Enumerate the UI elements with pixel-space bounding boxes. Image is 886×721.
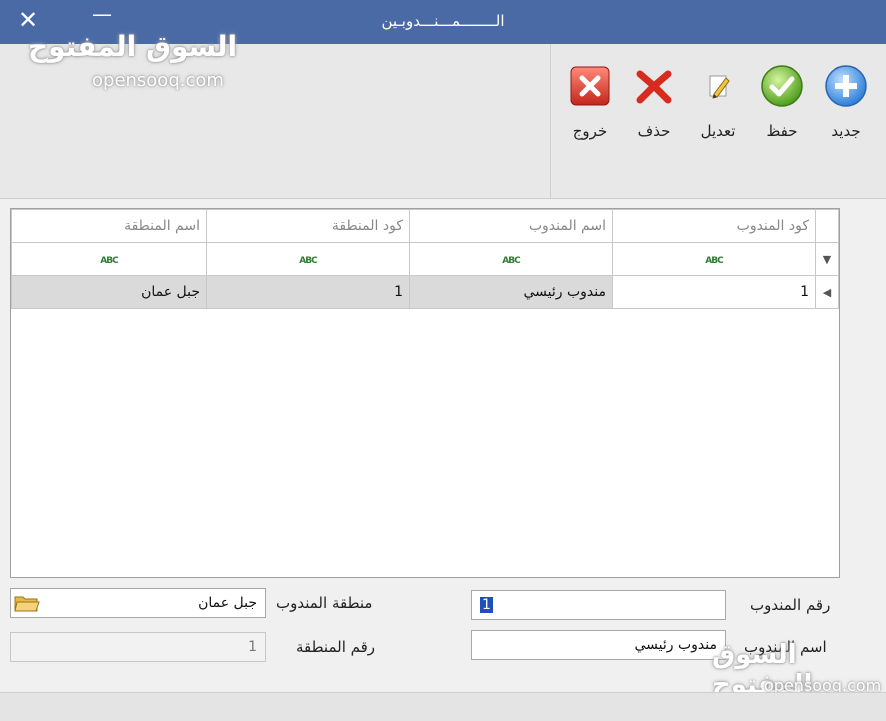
watermark-arabic: السوق المفتوح	[28, 30, 238, 63]
agent-region-input[interactable]: جبل عمان	[10, 588, 266, 618]
agents-grid: كود المندوب اسم المندوب كود المنطقة اسم …	[10, 208, 840, 578]
abc-filter-icon: ABC	[299, 256, 317, 266]
x-delete-icon	[636, 70, 672, 104]
new-label: جديد	[831, 122, 861, 140]
toolbar-divider	[550, 44, 551, 198]
col-region-name[interactable]: اسم المنطقة	[11, 209, 207, 243]
abc-filter-icon: ABC	[705, 256, 723, 266]
cell-agent-name[interactable]: مندوب رئيسي	[409, 275, 613, 309]
check-circle-icon	[761, 65, 803, 107]
row-indicator-icon: ◀	[815, 275, 839, 309]
save-label: حفظ	[766, 122, 798, 140]
grid-filter-row: ▼ ABC ABC ABC ABC	[11, 242, 839, 276]
abc-filter-icon: ABC	[502, 256, 520, 266]
delete-label: حذف	[637, 122, 671, 140]
col-region-code[interactable]: كود المنطقة	[206, 209, 410, 243]
grid-corner	[815, 209, 839, 243]
watermark-latin: opensooq.com	[92, 70, 224, 91]
col-agent-code[interactable]: كود المندوب	[612, 209, 816, 243]
edit-label: تعديل	[700, 122, 736, 140]
delete-button[interactable]: حذف	[624, 64, 684, 140]
cell-region-code[interactable]: 1	[206, 275, 410, 309]
table-row[interactable]: ◀ 1 مندوب رئيسي 1 جبل عمان	[11, 275, 839, 309]
status-bar	[0, 692, 886, 721]
agent-name-input[interactable]: مندوب رئيسي	[471, 630, 726, 660]
region-number-label: رقم المنطقة	[296, 638, 376, 656]
exit-icon	[570, 66, 610, 106]
exit-button[interactable]: خروج	[560, 64, 620, 140]
agent-region-label: منطقة المندوب	[276, 594, 373, 612]
cell-region-name[interactable]: جبل عمان	[11, 275, 207, 309]
agent-number-input[interactable]: 1	[471, 590, 726, 620]
col-agent-name[interactable]: اسم المندوب	[409, 209, 613, 243]
new-button[interactable]: جديد	[816, 64, 876, 140]
filter-icon[interactable]: ▼	[815, 242, 839, 276]
plus-circle-icon	[825, 65, 867, 107]
filter-cell-agent-name[interactable]: ABC	[409, 242, 613, 276]
edit-button[interactable]: تعديل	[688, 64, 748, 140]
toolbar: جديد حفظ تعديل حذف خروج	[0, 44, 886, 199]
filter-cell-region-name[interactable]: ABC	[11, 242, 207, 276]
save-button[interactable]: حفظ	[752, 64, 812, 140]
exit-label: خروج	[572, 122, 608, 140]
filter-cell-agent-code[interactable]: ABC	[612, 242, 816, 276]
pencil-icon	[709, 75, 730, 99]
agent-number-value: 1	[480, 597, 493, 613]
agent-number-label: رقم المندوب	[750, 596, 831, 614]
abc-filter-icon: ABC	[100, 256, 118, 266]
grid-header-row: كود المندوب اسم المندوب كود المنطقة اسم …	[11, 209, 839, 243]
window-title: الــــــــمـــنـــدوبـين	[381, 12, 505, 30]
minimize-icon[interactable]: —	[92, 2, 112, 26]
filter-cell-region-code[interactable]: ABC	[206, 242, 410, 276]
region-number-input[interactable]: 1	[10, 632, 266, 662]
folder-icon[interactable]	[14, 594, 40, 612]
cell-agent-code[interactable]: 1	[612, 275, 816, 309]
